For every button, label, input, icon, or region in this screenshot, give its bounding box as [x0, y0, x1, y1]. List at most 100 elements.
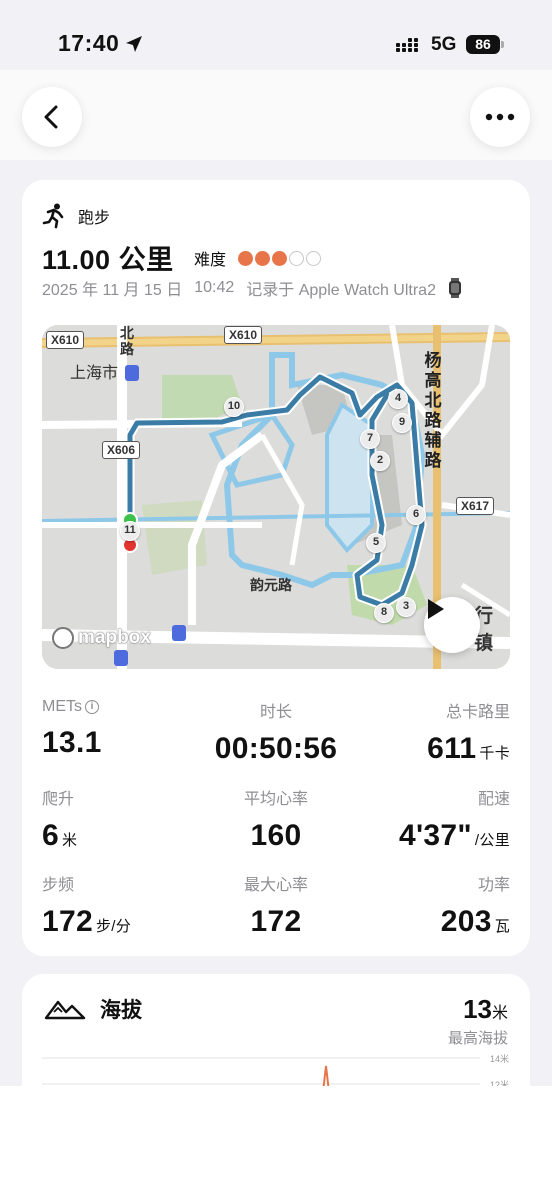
stat-unit: 瓦: [494, 918, 510, 935]
stat-value: 4'37": [399, 819, 472, 852]
info-icon[interactable]: i: [85, 700, 99, 714]
km-marker: 6: [406, 505, 426, 525]
altitude-chart-plot: [42, 1057, 480, 1086]
route-map[interactable]: X610 X610 X606 X617 北路 上海市 韵元路 杨高北路辅路 行镇…: [42, 325, 510, 669]
stat-label: 平均心率: [243, 791, 308, 808]
difficulty-dot-empty: [289, 250, 305, 266]
activity-type-label: 跑步: [78, 210, 111, 227]
stat-value: 611: [427, 732, 477, 765]
play-icon: [428, 599, 444, 619]
stat-value: 172: [42, 905, 93, 938]
map-label-yunyuan-road: 韵元路: [250, 577, 292, 593]
stat-value: 172: [250, 905, 302, 938]
km-marker: 3: [396, 597, 416, 617]
stat-label: 步频: [42, 877, 75, 894]
battery-level: 86: [466, 35, 500, 54]
map-label-north-road: 北路: [120, 325, 134, 357]
road-shield: X610: [224, 326, 263, 344]
km-marker: 2: [370, 451, 390, 471]
stat-power: 功率 203 瓦: [350, 871, 510, 939]
more-button[interactable]: [470, 87, 530, 147]
stat-pace: 配速 4'37"/公里: [350, 785, 510, 853]
status-time: 17:40: [58, 30, 120, 56]
km-marker: 10: [224, 397, 244, 417]
back-button[interactable]: [22, 87, 82, 147]
altitude-tick-label: 12米: [490, 1080, 510, 1086]
road-shield: X606: [102, 441, 141, 459]
road-shield: X610: [46, 331, 85, 349]
stat-duration: 时长 00:50:56: [196, 698, 356, 766]
stat-cadence: 步频 172 步/分: [42, 871, 202, 939]
mapbox-logo-text: mapbox: [78, 627, 151, 648]
difficulty-dot-empty: [306, 250, 322, 266]
mapbox-logo-icon: [52, 627, 74, 649]
stat-label: 配速: [477, 791, 510, 808]
mapbox-logo: mapbox: [52, 627, 151, 649]
stat-value: 13.1: [42, 726, 102, 759]
road-shield: X617: [456, 497, 495, 515]
stat-climb: 爬升 6米: [42, 785, 202, 853]
network-type: 5G: [431, 34, 457, 55]
max-altitude-unit: 米: [491, 1005, 508, 1022]
stat-label: 时长: [259, 704, 292, 721]
stat-calories: 总卡路里 611 千卡: [350, 698, 510, 766]
location-arrow-icon: [126, 36, 142, 52]
max-altitude-label: 最高海拔: [447, 1030, 508, 1047]
max-altitude-value: 13: [463, 994, 492, 1024]
stat-unit: /公里: [474, 832, 510, 849]
km-marker: 4: [388, 389, 408, 409]
record-info: 2025 年 11 月 15 日 10:42 记录于 Apple Watch U…: [42, 276, 462, 300]
stat-avg-heart-rate: 平均心率 160: [196, 785, 356, 853]
route-playback-button[interactable]: [424, 597, 480, 653]
stat-value: 00:50:56: [214, 732, 338, 765]
stat-unit: 步/分: [95, 918, 132, 935]
stat-max-heart-rate: 最大心率 172: [196, 871, 356, 939]
altitude-tick-label: 14米: [490, 1054, 510, 1064]
map-label-yanggao-road: 杨高北路辅路: [424, 351, 442, 470]
recorded-by: 记录于 Apple Watch Ultra2: [246, 282, 436, 299]
max-altitude: 13米 最高海拔: [448, 994, 508, 1048]
mountain-icon: [44, 1000, 86, 1020]
km-marker: 11: [120, 521, 140, 541]
running-icon: [42, 203, 64, 229]
difficulty-label: 难度: [194, 252, 227, 269]
activity-type-row: 跑步: [42, 202, 110, 230]
altitude-chart: 14米 12米: [42, 1052, 510, 1086]
km-marker: 5: [366, 533, 386, 553]
altitude-title: 海拔: [100, 999, 142, 1022]
stat-unit: 千卡: [479, 745, 510, 762]
battery-tip: [501, 41, 504, 48]
stat-label: METs: [42, 698, 82, 715]
stat-label: 功率: [477, 877, 510, 894]
workout-date: 2025 年 11 月 15 日: [42, 282, 183, 299]
altitude-card[interactable]: 海拔 13米 最高海拔 14米 12米: [22, 974, 530, 1086]
apple-watch-icon: [448, 278, 461, 298]
battery-icon: 86: [466, 35, 504, 54]
stat-label: 爬升: [42, 791, 75, 808]
km-marker: 9: [392, 413, 412, 433]
total-distance: 11.00 公里: [42, 245, 174, 275]
signal-icon: [396, 38, 418, 52]
workout-time: 10:42: [194, 279, 235, 296]
map-label-district: 上海市: [70, 365, 119, 382]
stat-unit: 米: [62, 832, 78, 849]
nav-header: [0, 70, 552, 160]
stat-value: 160: [250, 819, 302, 852]
difficulty-dot-filled: [255, 250, 271, 266]
stat-label: 最大心率: [243, 877, 308, 894]
workout-detail-page: 17:40 5G 86 跑步 11.00 公里 难度 2025 年 11 月 1…: [0, 0, 552, 1086]
altitude-line: [322, 1065, 330, 1086]
ellipsis-icon: [485, 113, 515, 121]
km-marker: 7: [360, 429, 380, 449]
stat-value: 203: [440, 905, 492, 938]
altitude-header: 海拔: [44, 994, 142, 1024]
workout-summary-card: 跑步 11.00 公里 难度 2025 年 11 月 15 日 10:42 记录…: [22, 180, 530, 956]
chevron-left-icon: [44, 105, 58, 129]
stat-value: 6: [42, 819, 59, 852]
stat-label: 总卡路里: [445, 704, 510, 721]
km-marker: 8: [374, 603, 394, 623]
stat-mets: METs i 13.1: [42, 698, 202, 760]
difficulty-dot-filled: [272, 250, 288, 266]
difficulty-dot-filled: [238, 250, 254, 266]
difficulty-rating: 难度: [194, 246, 323, 270]
